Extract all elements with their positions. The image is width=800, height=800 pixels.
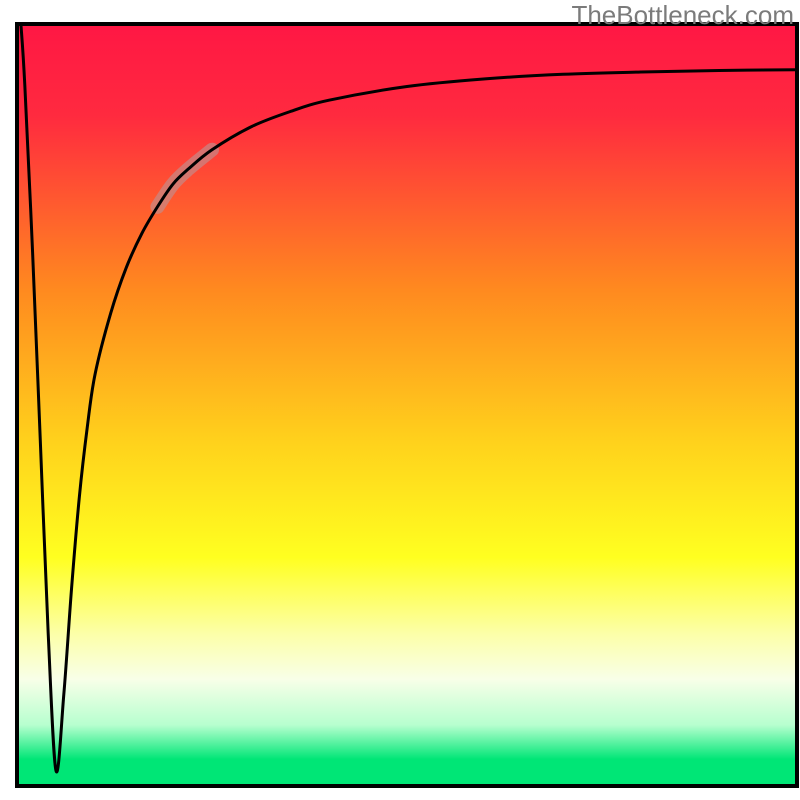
bottleneck-chart <box>0 0 800 800</box>
gradient-background <box>17 24 797 786</box>
watermark-text: TheBottleneck.com <box>571 0 794 31</box>
chart-stage: TheBottleneck.com <box>0 0 800 800</box>
